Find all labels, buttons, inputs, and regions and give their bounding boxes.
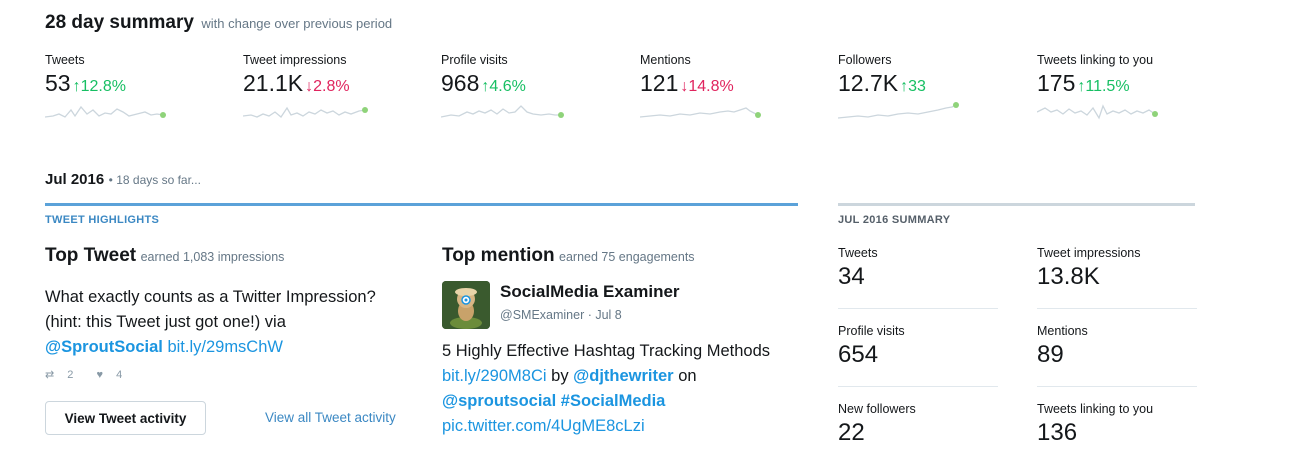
top-tweet-title: Top Tweet (45, 245, 137, 266)
hashtag-link[interactable]: #SocialMedia (561, 392, 666, 410)
explorer-avatar-icon (442, 281, 490, 329)
metric-value: 21.1K (243, 70, 304, 96)
metric-tweet-impressions[interactable]: Tweet impressions 21.1K ↓2.8% (243, 53, 423, 124)
mention-user-link[interactable]: @djthewriter (573, 367, 673, 385)
metric-label: Tweet impressions (243, 53, 347, 67)
summary-label: Profile visits (838, 324, 905, 338)
metric-change: ↑4.6% (481, 78, 526, 95)
top-tweet-subtitle: earned 1,083 impressions (140, 250, 285, 264)
metric-label: Followers (838, 53, 892, 67)
summary-value: 89 (1037, 341, 1064, 368)
summary-item-mentions: Mentions 89 (1037, 324, 1197, 369)
sparkline-chart (441, 105, 564, 118)
sparkline-chart (45, 105, 166, 118)
mention-url-link[interactable]: bit.ly/290M8Ci (442, 367, 547, 385)
metric-profile-visits[interactable]: Profile visits 968 ↑4.6% (441, 53, 621, 124)
summary-row-divider (1037, 386, 1197, 387)
metric-change: ↓2.8% (305, 78, 350, 95)
avatar[interactable] (442, 281, 490, 329)
metric-tweets[interactable]: Tweets 53 ↑12.8% (45, 53, 225, 124)
retweet-count: ⇄ 2 (45, 369, 74, 381)
sparkline-chart (243, 106, 368, 118)
view-all-tweet-activity-link[interactable]: View all Tweet activity (265, 410, 396, 425)
top-mention-subtitle: earned 75 engagements (559, 250, 695, 264)
highlights-divider (45, 203, 798, 206)
summary-subtitle: with change over previous period (201, 16, 393, 31)
metric-change: ↑33 (900, 78, 926, 95)
summary-label: Mentions (1037, 324, 1088, 338)
metric-change: ↑11.5% (1077, 78, 1130, 95)
top-mention-text: 5 Highly Effective Hashtag Tracking Meth… (442, 342, 771, 435)
metric-value: 968 (441, 70, 480, 96)
sparkline-chart (1037, 104, 1158, 120)
summary-value: 13.8K (1037, 263, 1100, 290)
retweet-icon: ⇄ (45, 369, 55, 381)
summary-label: Tweet impressions (1037, 246, 1141, 260)
like-count: ♥ 4 (96, 369, 123, 381)
summary-title: 28 day summary (45, 12, 194, 33)
metric-label: Tweets linking to you (1037, 53, 1154, 67)
mention-author-handle: @SMExaminer · Jul 8 (500, 308, 622, 322)
month-title: Jul 2016 (45, 171, 105, 188)
tweet-mention-link[interactable]: @SproutSocial (45, 338, 163, 356)
summary-item-tweets-linking: Tweets linking to you 136 (1037, 402, 1197, 447)
heart-icon: ♥ (96, 369, 103, 381)
metric-mentions[interactable]: Mentions 121 ↓14.8% (640, 53, 820, 124)
summary-value: 34 (838, 263, 865, 290)
summary-item-new-followers: New followers 22 (838, 402, 998, 447)
summary-value: 22 (838, 419, 865, 446)
summary-value: 136 (1037, 419, 1078, 446)
mention-pic-link[interactable]: pic.twitter.com/4UgME8cLzi (442, 417, 645, 435)
metric-change: ↓14.8% (680, 78, 734, 95)
summary-label: New followers (838, 402, 916, 416)
tweet-highlights-label: TWEET HIGHLIGHTS (45, 214, 160, 226)
top-mention-title: Top mention (442, 245, 555, 266)
top-mention-header: Top mention earned 75 engagements (442, 245, 695, 267)
sparkline-chart (838, 102, 959, 119)
top-tweet-text: What exactly counts as a Twitter Impress… (45, 288, 376, 356)
view-tweet-activity-button[interactable]: View Tweet activity (45, 401, 206, 435)
top-tweet-header: Top Tweet earned 1,083 impressions (45, 245, 284, 267)
arrow-up-icon: ↑ (72, 78, 81, 95)
month-header: Jul 2016 • 18 days so far... (45, 171, 201, 189)
arrow-down-icon: ↓ (305, 78, 314, 95)
summary-divider (838, 203, 1195, 206)
tweet-url-link[interactable]: bit.ly/29msChW (167, 338, 283, 356)
metric-label: Mentions (640, 53, 691, 67)
metric-followers[interactable]: Followers 12.7K ↑33 (838, 53, 1018, 124)
metric-value: 12.7K (838, 70, 899, 96)
metric-change: ↑12.8% (72, 78, 126, 95)
metric-value: 175 (1037, 70, 1076, 96)
summary-row-divider (838, 308, 998, 309)
summary-item-profile-visits: Profile visits 654 (838, 324, 998, 369)
metric-value: 121 (640, 70, 679, 96)
metric-label: Profile visits (441, 53, 508, 67)
month-subtitle: 18 days so far... (116, 173, 201, 187)
mention-user-link[interactable]: @sproutsocial (442, 392, 556, 410)
summary-row-divider (1037, 308, 1197, 309)
tweet-stats: ⇄ 2 ♥ 4 (45, 368, 142, 381)
summary-item-tweet-impressions: Tweet impressions 13.8K (1037, 246, 1197, 291)
metric-value: 53 (45, 70, 71, 96)
summary-value: 654 (838, 341, 879, 368)
summary-item-tweets: Tweets 34 (838, 246, 998, 291)
sparkline-chart (640, 107, 761, 118)
metric-tweets-linking[interactable]: Tweets linking to you 175 ↑11.5% (1037, 53, 1217, 124)
summary-label: Tweets linking to you (1037, 402, 1154, 416)
month-summary-label: JUL 2016 SUMMARY (838, 214, 951, 226)
metric-label: Tweets (45, 53, 85, 67)
arrow-up-icon: ↑ (900, 78, 909, 95)
summary-label: Tweets (838, 246, 878, 260)
summary-row-divider (838, 386, 998, 387)
summary-header: 28 day summary with change over previous… (45, 12, 392, 34)
mention-author-name[interactable]: SocialMedia Examiner (500, 282, 680, 302)
